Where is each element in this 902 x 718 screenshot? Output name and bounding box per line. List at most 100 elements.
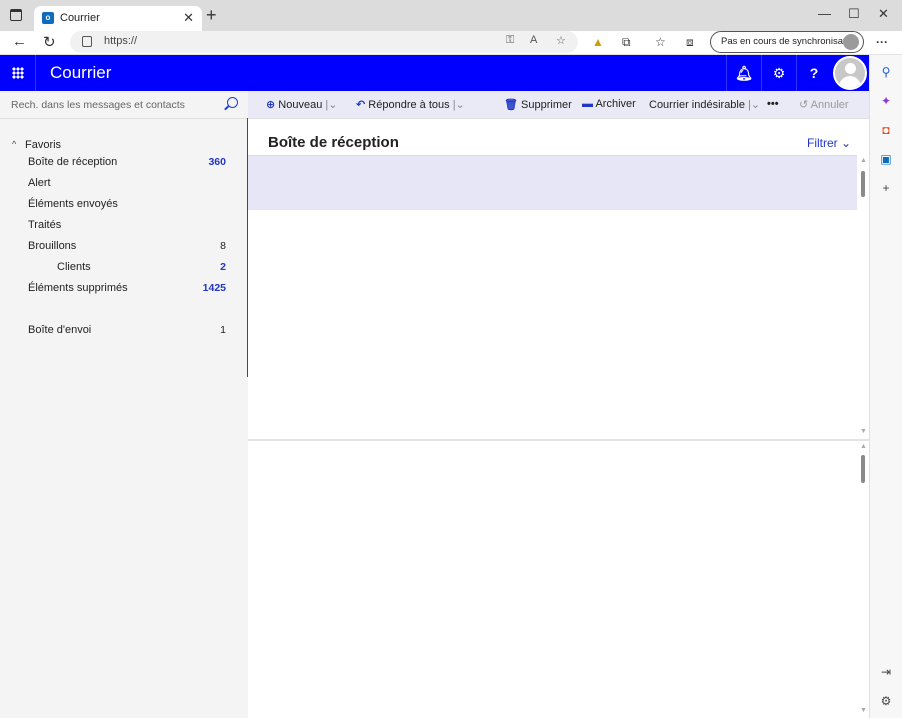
selected-message-row[interactable]: [248, 155, 857, 210]
folder-inbox[interactable]: Boîte de réception 360: [0, 153, 248, 173]
edge-sidebar: ⚲ ✦ ◘ ▣ + ⇥ ⚙: [869, 55, 902, 718]
read-aloud-icon[interactable]: A: [530, 34, 537, 46]
profile-sync-button[interactable]: Pas en cours de synchronisation: [710, 31, 864, 53]
bell-icon: 🔔︎: [735, 65, 753, 81]
scroll-down-arrow[interactable]: ▼: [860, 707, 867, 714]
chevron-up-icon: ^: [12, 139, 17, 149]
folder-label: Boîte d'envoi: [28, 324, 92, 336]
favorite-add-icon[interactable]: ☆: [556, 34, 566, 47]
chevron-down-icon[interactable]: |⌄: [453, 99, 465, 111]
key-icon[interactable]: ⚿: [506, 34, 514, 47]
copilot-icon[interactable]: ✦: [879, 94, 893, 108]
extensions-puzzle-icon[interactable]: ⧉: [622, 35, 631, 50]
tab-close-icon[interactable]: ✕: [183, 10, 194, 26]
search-icon[interactable]: [227, 97, 238, 108]
app-launcher-button[interactable]: [0, 55, 36, 91]
browser-toolbar: ← ↻ https:// ⚿ A ☆ ▲ ⧉ ☆ ⧈ Pas en cours …: [0, 31, 902, 55]
help-button[interactable]: ?: [796, 55, 831, 91]
url-text[interactable]: https://: [104, 35, 137, 47]
favorites-icon[interactable]: ☆: [655, 35, 666, 49]
folder-label: Clients: [57, 261, 91, 273]
notifications-button[interactable]: 🔔︎: [726, 55, 761, 91]
reply-all-label: Répondre à tous: [368, 99, 450, 111]
browser-tab[interactable]: o Courrier ✕: [34, 6, 202, 31]
new-label: Nouveau: [278, 99, 323, 111]
folder-clients[interactable]: Clients 2: [0, 258, 248, 278]
filter-label: Filtrer: [807, 136, 838, 150]
scroll-up-arrow[interactable]: ▲: [860, 443, 867, 450]
folder-label: Traités: [28, 219, 62, 231]
account-avatar[interactable]: [833, 56, 867, 90]
folder-sent[interactable]: Éléments envoyés: [0, 195, 248, 215]
trash-icon: 🗑︎: [504, 99, 518, 111]
refresh-icon[interactable]: ↻: [43, 33, 56, 51]
address-bar[interactable]: https:// ⚿ A ☆: [70, 31, 578, 53]
settings-button[interactable]: ⚙: [761, 55, 796, 91]
office-icon[interactable]: ◘: [879, 123, 893, 137]
tab-title: Courrier: [60, 12, 100, 24]
maximize-icon[interactable]: ☐: [848, 6, 860, 22]
avatar-head: [845, 63, 856, 74]
reading-pane: [248, 441, 857, 718]
search-input[interactable]: Rech. dans les messages et contacts: [0, 91, 248, 119]
unread-count: 360: [208, 156, 226, 168]
profile-avatar-icon: [843, 34, 859, 50]
chevron-down-icon[interactable]: |⌄: [325, 99, 337, 111]
folder-deleted[interactable]: Éléments supprimés 1425: [0, 279, 248, 299]
more-actions-button[interactable]: •••: [767, 98, 779, 110]
collections-icon[interactable]: ⧈: [686, 35, 694, 50]
folder-title: Boîte de réception: [268, 134, 399, 151]
plus-circle-icon: ⊕: [266, 99, 276, 111]
new-tab-icon[interactable]: +: [206, 5, 217, 26]
minimize-icon[interactable]: —: [818, 6, 831, 21]
unread-count: 2: [220, 261, 226, 273]
folder-label: Éléments supprimés: [28, 282, 128, 294]
chevron-down-icon[interactable]: |⌄: [748, 99, 760, 111]
back-icon[interactable]: ←: [12, 33, 27, 50]
undo-button[interactable]: ↺ Annuler: [799, 98, 849, 111]
folder-label: Brouillons: [28, 240, 77, 252]
folder-drafts[interactable]: Brouillons 8: [0, 237, 248, 257]
help-icon: ?: [809, 65, 819, 81]
scroll-down-arrow[interactable]: ▼: [860, 428, 867, 435]
folder-alert[interactable]: Alert: [0, 174, 248, 194]
gear-icon: ⚙: [772, 65, 786, 81]
undo-icon: ↺: [799, 99, 809, 111]
waffle-icon: [12, 67, 24, 79]
archive-button[interactable]: ▬ Archiver: [582, 98, 636, 110]
reading-pane-scrollbar[interactable]: [861, 455, 865, 483]
delete-button[interactable]: 🗑︎ Supprimer: [504, 98, 572, 111]
message-area: Boîte de réception Filtrer ⌄ ▲ ▼ ▲ ▼: [248, 119, 869, 718]
extension-icon[interactable]: ▲: [592, 35, 604, 49]
reply-all-button[interactable]: ↶ Répondre à tous |⌄: [356, 98, 465, 111]
filter-button[interactable]: Filtrer ⌄: [807, 136, 851, 150]
search-placeholder: Rech. dans les messages et contacts: [11, 99, 185, 111]
junk-label: Courrier indésirable: [649, 99, 745, 111]
scroll-up-arrow[interactable]: ▲: [860, 157, 867, 164]
add-sidebar-icon[interactable]: +: [879, 181, 893, 195]
outlook-icon[interactable]: ▣: [879, 152, 893, 166]
close-window-icon[interactable]: ✕: [878, 6, 889, 22]
search-sidebar-icon[interactable]: ⚲: [879, 65, 893, 79]
avatar-body: [839, 76, 861, 88]
item-count: 8: [220, 240, 226, 252]
junk-button[interactable]: Courrier indésirable |⌄: [649, 98, 760, 111]
window-menu-icon[interactable]: [10, 9, 22, 21]
site-info-icon[interactable]: [82, 36, 92, 47]
hide-sidebar-icon[interactable]: ⇥: [879, 665, 893, 679]
browser-menu-icon[interactable]: ···: [876, 35, 888, 49]
app-header: Courrier 🔔︎ ⚙ ?: [0, 55, 869, 91]
browser-titlebar: o Courrier ✕ + — ☐ ✕: [0, 0, 902, 31]
chevron-down-icon: ⌄: [841, 136, 852, 150]
app-title[interactable]: Courrier: [50, 63, 111, 83]
message-list-scrollbar[interactable]: [861, 171, 865, 197]
undo-label: Annuler: [810, 99, 849, 111]
command-bar: ⊕ Nouveau |⌄ ↶ Répondre à tous |⌄ 🗑︎ Sup…: [248, 91, 869, 119]
new-button[interactable]: ⊕ Nouveau |⌄: [266, 98, 337, 111]
sidebar-settings-icon[interactable]: ⚙: [879, 694, 893, 708]
delete-label: Supprimer: [521, 99, 572, 111]
folder-label: Éléments envoyés: [28, 198, 118, 210]
folder-outbox[interactable]: Boîte d'envoi 1: [0, 321, 248, 341]
folder-pane: Rech. dans les messages et contacts ^ Fa…: [0, 91, 248, 718]
folder-processed[interactable]: Traités: [0, 216, 248, 236]
